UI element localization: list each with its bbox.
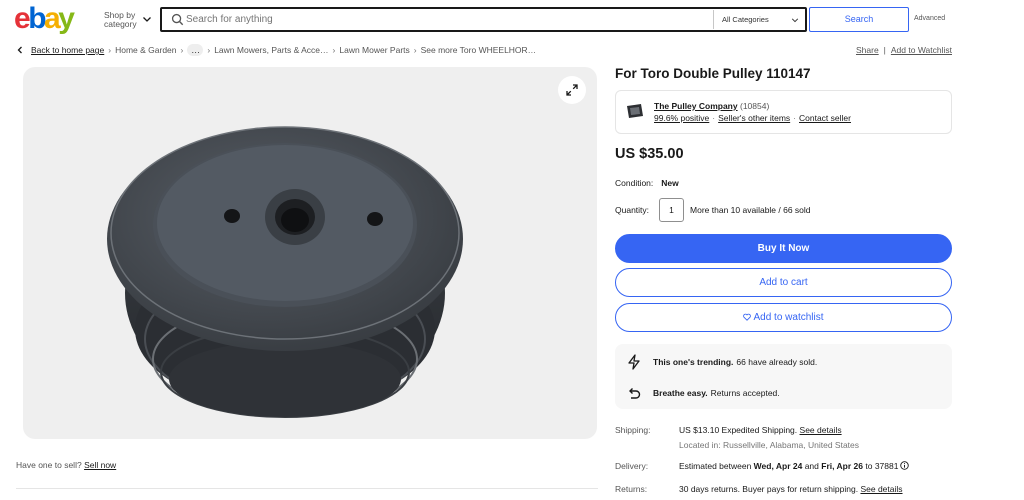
search-icon bbox=[171, 13, 184, 26]
logo-letter-e: e bbox=[14, 2, 31, 35]
breadcrumb-separator: › bbox=[332, 45, 336, 55]
seller-feedback-count[interactable]: (10854) bbox=[740, 101, 769, 111]
returns-row: Breathe easy. Returns accepted. bbox=[625, 384, 780, 402]
search-bar: All Categories bbox=[160, 7, 807, 32]
seller-logo-icon[interactable] bbox=[625, 102, 645, 120]
meta-separator: · bbox=[712, 113, 716, 123]
returns-text: Returns accepted. bbox=[710, 388, 780, 398]
product-image-pulley bbox=[107, 126, 463, 418]
delivery-label: Delivery: bbox=[615, 461, 649, 471]
meta-separator: · bbox=[793, 113, 796, 123]
shipping-see-details-link[interactable]: See details bbox=[800, 425, 842, 435]
sell-now-link[interactable]: Sell now bbox=[84, 460, 116, 470]
expand-image-button[interactable] bbox=[558, 76, 586, 104]
expand-icon bbox=[566, 84, 578, 96]
breadcrumb-more-button[interactable]: … bbox=[187, 44, 204, 56]
quantity-row: Quantity: 1 More than 10 available / 66 … bbox=[615, 198, 811, 222]
product-price: US $35.00 bbox=[615, 146, 684, 162]
condition-row: Condition: New bbox=[615, 178, 679, 188]
returns-value: 30 days returns. Buyer pays for return s… bbox=[679, 484, 903, 494]
breadcrumb-lawn-mowers[interactable]: Lawn Mowers, Parts & Acce… bbox=[214, 45, 328, 55]
buy-it-now-button[interactable]: Buy It Now bbox=[615, 234, 952, 263]
returns-label: Returns: bbox=[615, 484, 648, 494]
chevron-down-icon bbox=[791, 18, 799, 23]
contact-seller-link[interactable]: Contact seller bbox=[799, 113, 851, 123]
breadcrumb: Back to home page › Home & Garden › … › … bbox=[14, 44, 536, 56]
shipping-value: US $13.10 Expedited Shipping. See detail… bbox=[679, 425, 842, 435]
heart-icon bbox=[743, 313, 752, 321]
seller-positive-link[interactable]: 99.6% positive bbox=[654, 113, 709, 123]
condition-label: Condition: bbox=[615, 178, 654, 188]
shipping-cost: US $13.10 Expedited Shipping. bbox=[679, 425, 798, 435]
returns-policy: 30 days returns. Buyer pays for return s… bbox=[679, 484, 859, 494]
breadcrumb-see-more[interactable]: See more Toro WHEELHOR… bbox=[421, 45, 537, 55]
divider bbox=[16, 488, 598, 489]
trending-text: 66 have already sold. bbox=[736, 357, 818, 367]
add-to-watchlist-label: Add to watchlist bbox=[753, 312, 824, 323]
product-title: For Toro Double Pulley 110147 bbox=[615, 66, 811, 81]
breadcrumb-separator: › bbox=[207, 45, 211, 55]
share-watchlist-links: Share | Add to Watchlist bbox=[856, 45, 952, 55]
add-to-watchlist-link[interactable]: Add to Watchlist bbox=[891, 45, 952, 55]
returns-bold: Breathe easy. bbox=[653, 388, 708, 398]
breadcrumb-separator: › bbox=[180, 45, 184, 55]
lightning-icon bbox=[628, 354, 640, 370]
delivery-end-date: Fri, Apr 26 bbox=[821, 461, 863, 471]
seller-meta-row: 99.6% positive · Seller's other items · Cont… bbox=[654, 113, 851, 123]
return-arrow-icon bbox=[629, 388, 641, 399]
quantity-input[interactable]: 1 bbox=[659, 198, 685, 222]
highlights-panel: This one's trending. 66 have already sold… bbox=[615, 344, 952, 409]
category-select[interactable]: All Categories bbox=[713, 10, 805, 29]
seller-name-row: The Pulley Company (10854) bbox=[654, 101, 769, 111]
seller-card: The Pulley Company (10854) 99.6% positiv… bbox=[615, 90, 952, 134]
shipping-label: Shipping: bbox=[615, 425, 651, 435]
breadcrumb-separator: › bbox=[108, 45, 112, 55]
delivery-zip: to 37881 bbox=[865, 461, 899, 471]
sell-prompt: Have one to sell? Sell now bbox=[16, 460, 116, 470]
quantity-label: Quantity: bbox=[615, 205, 650, 215]
condition-value: New bbox=[661, 178, 679, 188]
breadcrumb-home-garden[interactable]: Home & Garden bbox=[115, 45, 176, 55]
chevron-left-icon[interactable] bbox=[14, 44, 26, 56]
add-to-watchlist-button[interactable]: Add to watchlist bbox=[615, 303, 952, 332]
back-to-home-link[interactable]: Back to home page bbox=[31, 45, 104, 55]
add-to-cart-button[interactable]: Add to cart bbox=[615, 268, 952, 297]
search-button[interactable]: Search bbox=[809, 7, 909, 32]
ebay-logo[interactable]: ebay bbox=[14, 2, 75, 35]
seller-other-items-link[interactable]: Seller's other items bbox=[718, 113, 790, 123]
item-location: Located in: Russellville, Alabama, Unite… bbox=[679, 440, 860, 450]
logo-letter-b: b bbox=[28, 2, 46, 35]
share-link[interactable]: Share bbox=[856, 45, 879, 55]
info-icon[interactable] bbox=[900, 461, 910, 470]
logo-letter-a: a bbox=[44, 2, 61, 35]
breadcrumb-separator: › bbox=[413, 45, 417, 55]
trending-row: This one's trending. 66 have already sold… bbox=[625, 353, 817, 371]
sell-prompt-text: Have one to sell? bbox=[16, 460, 82, 470]
delivery-start-date: Wed, Apr 24 bbox=[753, 461, 803, 471]
advanced-search-link[interactable]: Advanced bbox=[914, 15, 945, 22]
search-input[interactable] bbox=[186, 10, 706, 29]
trending-bold: This one's trending. bbox=[653, 357, 734, 367]
delivery-value: Estimated between Wed, Apr 24 and Fri, A… bbox=[679, 461, 910, 471]
link-separator: | bbox=[883, 45, 886, 55]
returns-see-details-link[interactable]: See details bbox=[860, 484, 902, 494]
delivery-prefix: Estimated between bbox=[679, 461, 752, 471]
product-image-panel[interactable] bbox=[23, 67, 597, 439]
breadcrumb-lawn-mower-parts[interactable]: Lawn Mower Parts bbox=[339, 45, 409, 55]
logo-letter-y: y bbox=[58, 2, 75, 35]
chevron-down-icon[interactable] bbox=[142, 14, 152, 24]
delivery-and: and bbox=[804, 461, 819, 471]
shop-by-category[interactable]: Shop by category bbox=[104, 11, 144, 29]
availability-text: More than 10 available / 66 sold bbox=[690, 205, 811, 215]
category-select-value: All Categories bbox=[722, 15, 769, 24]
seller-name-link[interactable]: The Pulley Company bbox=[654, 101, 738, 111]
